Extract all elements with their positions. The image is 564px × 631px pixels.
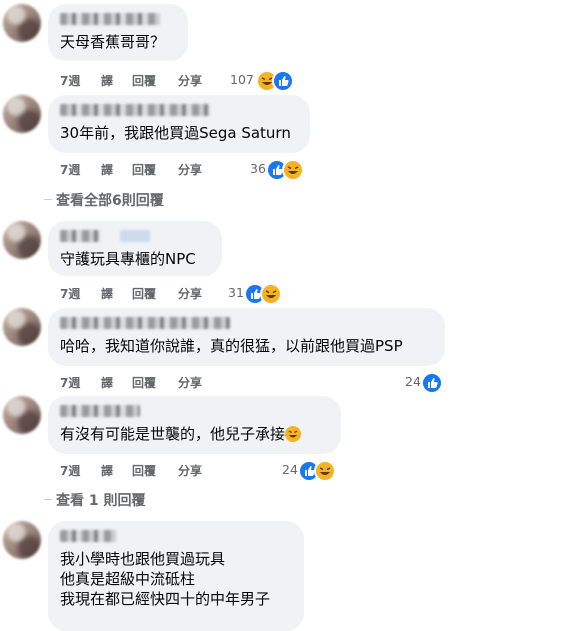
comment-bubble: 天母香蕉哥哥？ [48,4,188,61]
comment-text: 有沒有可能是世襲的，他兒子承接 [60,424,329,444]
comment-bubble: 守護玩具專櫃的NPC [48,221,222,276]
reactions[interactable]: 24 [405,372,450,394]
author-name-blurred[interactable] [60,404,329,418]
comment-text: 30年前，我跟他買過Sega Saturn [60,124,291,142]
avatar[interactable] [3,396,41,434]
like-icon [421,372,443,394]
reply-link[interactable]: 回覆 [132,374,156,391]
reactions[interactable]: 107 [230,70,300,92]
comment-text: 哈哈，我知道你說誰，真的很猛，以前跟他買過PSP [60,337,403,355]
share-link[interactable]: 分享 [178,462,202,479]
comment-actions: 7週 譯 回覆 分享 24 [60,372,450,394]
avatar[interactable] [3,308,41,346]
translate-link[interactable]: 譯 [101,285,113,302]
reply-link[interactable]: 回覆 [132,462,156,479]
haha-icon [260,283,282,305]
avatar[interactable] [3,221,41,259]
comment-bubble: 30年前，我跟他買過Sega Saturn [48,95,310,153]
translate-link[interactable]: 譯 [101,374,113,391]
avatar[interactable] [3,4,41,42]
translate-link[interactable]: 譯 [101,462,113,479]
reactions[interactable]: 24 [282,460,342,482]
author-name-blurred[interactable] [60,316,433,330]
comment-bubble: 哈哈，我知道你說誰，真的很猛，以前跟他買過PSP [48,308,445,366]
timestamp[interactable]: 7週 [60,285,80,302]
avatar[interactable] [3,521,41,559]
avatar[interactable] [3,95,41,133]
author-name-blurred[interactable] [60,529,292,543]
comment-line-2: 他真是超級中流砥柱 [60,570,196,588]
reaction-count: 36 [250,161,266,176]
view-all-replies-link[interactable]: 查看全部6則回覆 [44,190,164,210]
author-name-blurred[interactable] [60,229,210,243]
translate-link[interactable]: 譯 [101,72,113,89]
reaction-count: 31 [228,285,244,300]
translate-link[interactable]: 譯 [101,161,113,178]
view-replies-link[interactable]: 查看 1 則回覆 [44,490,146,510]
comment-line-1: 我小學時也跟他買過玩具 [60,550,226,568]
comment-actions: 7週 譯 回覆 分享 31 [60,283,300,305]
haha-icon [282,159,304,181]
comment-actions: 7週 譯 回覆 分享 36 [60,159,310,181]
comment-actions: 7週 譯 回覆 分享 107 [60,70,300,92]
timestamp[interactable]: 7週 [60,462,80,479]
reply-link[interactable]: 回覆 [132,285,156,302]
comment-bubble: 有沒有可能是世襲的，他兒子承接 [48,396,341,454]
reactions[interactable]: 36 [250,159,310,181]
rofl-emoji-icon [285,426,302,442]
timestamp[interactable]: 7週 [60,374,80,391]
author-name-blurred[interactable] [60,12,176,26]
share-link[interactable]: 分享 [178,374,202,391]
share-link[interactable]: 分享 [178,72,202,89]
haha-icon [314,460,336,482]
reaction-count: 24 [405,374,421,389]
reaction-count: 24 [282,462,298,477]
share-link[interactable]: 分享 [178,161,202,178]
comment-line-3: 我現在都已經快四十的中年男子 [60,590,271,608]
reply-link[interactable]: 回覆 [132,161,156,178]
comment-text: 天母香蕉哥哥？ [60,33,166,51]
comment-text-content: 有沒有可能是世襲的，他兒子承接 [60,425,286,443]
comment-actions: 7週 譯 回覆 分享 24 [60,460,350,482]
timestamp[interactable]: 7週 [60,161,80,178]
share-link[interactable]: 分享 [178,285,202,302]
like-icon [272,70,294,92]
comment-text: 守護玩具專櫃的NPC [60,250,196,268]
timestamp[interactable]: 7週 [60,72,80,89]
reply-link[interactable]: 回覆 [132,72,156,89]
author-name-blurred[interactable] [60,103,298,117]
reactions[interactable]: 31 [228,283,288,305]
reaction-count: 107 [230,72,254,87]
